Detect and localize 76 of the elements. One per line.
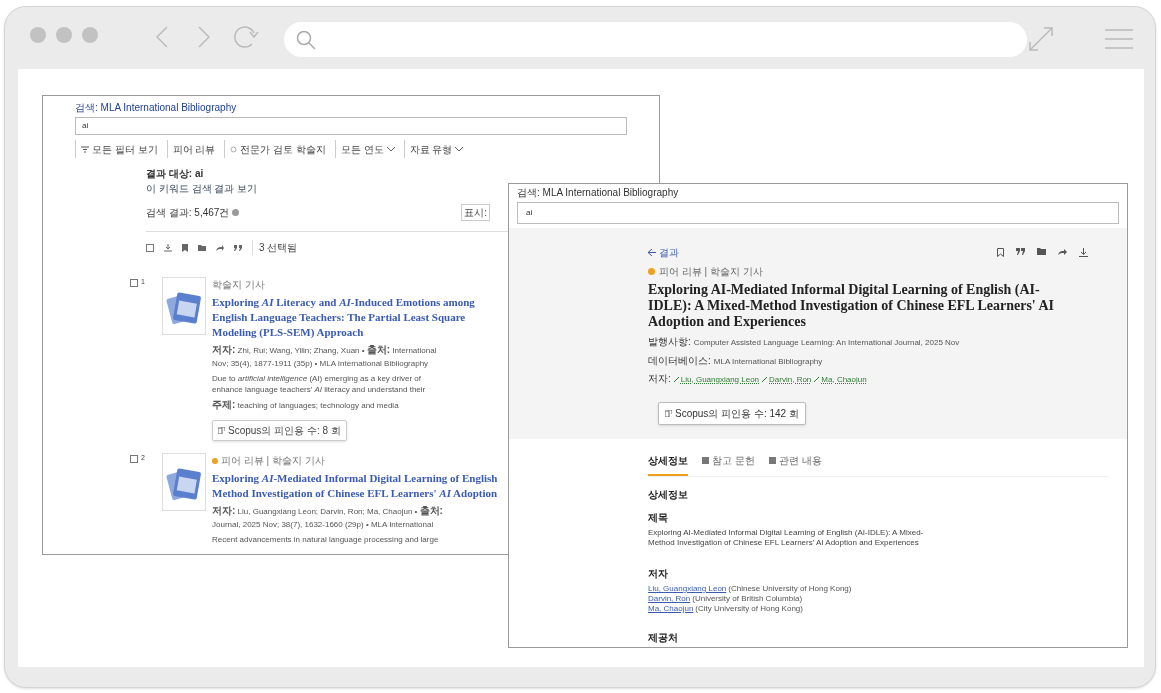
folder-icon[interactable] [1037, 248, 1046, 255]
pencil-icon [762, 377, 768, 382]
external-link-icon [665, 410, 672, 417]
quote-icon[interactable] [1016, 248, 1025, 255]
share-icon[interactable] [216, 244, 224, 251]
field-value: Computer Assisted Language Learning: An International Journal, 2025 Nov [693, 337, 960, 349]
download-icon[interactable] [1079, 248, 1088, 257]
affiliation-text: (University of British Columbia) [692, 594, 803, 604]
result-count-text: 검색 결과: 5,467건 [146, 206, 230, 220]
record-title: Exploring AI-Mediated Informal Digital Learning of English (AI-IDLE): A Mixed-Method Investigation of Chinese EFL Learners' AI Adoption and Experiences [648, 282, 1055, 330]
document-icon [702, 457, 709, 464]
filter-button[interactable]: 모든 연도 [334, 140, 400, 158]
external-link-icon [218, 427, 225, 434]
filter-button[interactable]: 피어 리뷰 [166, 140, 221, 158]
document-icon [768, 457, 776, 464]
tab[interactable]: 상세정보 [648, 453, 688, 476]
filter-button[interactable]: 전문가 검토 학술지 [224, 140, 331, 158]
result-abstract-text: Recent advancements in natural language processing and large [212, 534, 439, 545]
back-link[interactable]: 결과 [648, 245, 679, 260]
title-text: Exploring AI-Mediated Informal Digital Learning of English (AI-IDLE): A Mixed-Method Investigation of Chinese EFL Learners' AI Adoption and Experiences [648, 528, 925, 548]
field-label: 발행사항: [648, 335, 691, 349]
folder-icon[interactable] [198, 244, 206, 251]
citation-count-button[interactable]: Scopus의 피인용 수: 142 회 [658, 402, 806, 425]
search-field[interactable]: ai [75, 117, 627, 135]
affiliation-text: (City University of Hong Kong) [695, 604, 803, 614]
caret-icon [455, 146, 464, 152]
download-icon[interactable] [164, 243, 172, 252]
quote-icon[interactable] [234, 244, 242, 251]
search-field[interactable]: ai [517, 202, 1119, 224]
bookmark-icon[interactable] [997, 248, 1004, 257]
result-subjects-text: 주제: teaching of languages; technology and media [212, 398, 399, 412]
citation-count-button[interactable]: Scopus의 피인용 수: 8 회 [212, 420, 347, 441]
result-metadata-text: 저자: Liu, Guangxiang Leon; Darvin, Ron; Ma, Chaojun • 출처: Journal, 2025 Nov; 38(7), 1632-1660 (29p) • MLA International [212, 504, 443, 531]
filter-button[interactable]: 자료 유형 [403, 140, 469, 158]
pencil-icon [673, 377, 679, 382]
result-checkbox[interactable] [130, 279, 138, 287]
info-icon [232, 209, 240, 216]
selected-count-text: 3 선택됨 [252, 240, 298, 255]
record-type-label: 피어 리뷰 | 학술지 기사 [659, 265, 763, 279]
result-title-link[interactable]: Exploring AI-Mediated Informal Digital Learning of English Method Investigation of Chinese EFL Learners' AI Adoption [212, 471, 498, 501]
author-link[interactable]: Darvin, Ron [648, 594, 691, 604]
result-abstract-text: Due to artificial intelligence (AI) emerging as a key driver of enhance language teachers' AI literacy and understand their [212, 373, 426, 395]
affiliation-text: (Chinese University of Hong Kong) [728, 584, 852, 594]
peer-reviewed-icon [648, 268, 655, 275]
search-scope-label: 검색: MLA International Bibliography [517, 186, 680, 200]
keyword-link[interactable]: 이 키워드 검색 결과 보기 [146, 181, 258, 196]
display-button[interactable]: 표시: [461, 204, 490, 221]
result-checkbox[interactable] [130, 455, 138, 463]
field-label: 저자: [648, 372, 671, 386]
search-scope-label: 검색: MLA International Bibliography [75, 101, 238, 115]
author-link[interactable]: Ma, Chaojun [814, 373, 867, 386]
bookmark-icon[interactable] [182, 243, 188, 252]
caret-icon [386, 146, 395, 152]
field-label: 데이터베이스: [648, 354, 711, 368]
field-heading: 제목 [648, 511, 669, 525]
section-heading: 상세정보 [648, 488, 689, 502]
filter-button[interactable]: 모든 필터 보기 [75, 140, 163, 158]
share-icon[interactable] [1058, 248, 1067, 255]
tab[interactable]: 관련 내용 [768, 453, 822, 476]
author-link[interactable]: Liu, Guangxiang Leon [648, 584, 727, 594]
author-link[interactable]: Ma, Chaojun [648, 604, 694, 614]
result-type-label: 학술지 기사 [212, 278, 265, 292]
search-icon [296, 29, 316, 50]
result-title-link[interactable]: Exploring AI Literacy and AI-Induced Emotions among English Language Teachers: The Partial Least Square Modeling (PLS-SEM) Approach [212, 295, 475, 340]
tab[interactable]: 참고 문헌 [702, 453, 755, 476]
select-all-checkbox[interactable] [146, 243, 154, 252]
field-value: MLA International Bibliography [713, 356, 823, 368]
pencil-icon [814, 377, 820, 382]
left-arrow-icon [648, 249, 656, 256]
result-type-label: 피어 리뷰 | 학술지 기사 [221, 454, 325, 468]
results-for-text: 결과 대상: ai [146, 167, 205, 181]
author-link[interactable]: Darvin, Ron [762, 373, 812, 386]
filter-icon [81, 145, 89, 153]
field-heading: 제공처 [648, 631, 679, 645]
field-heading: 저자 [648, 567, 669, 581]
author-link[interactable]: Liu, Guangxiang Leon [673, 373, 760, 386]
